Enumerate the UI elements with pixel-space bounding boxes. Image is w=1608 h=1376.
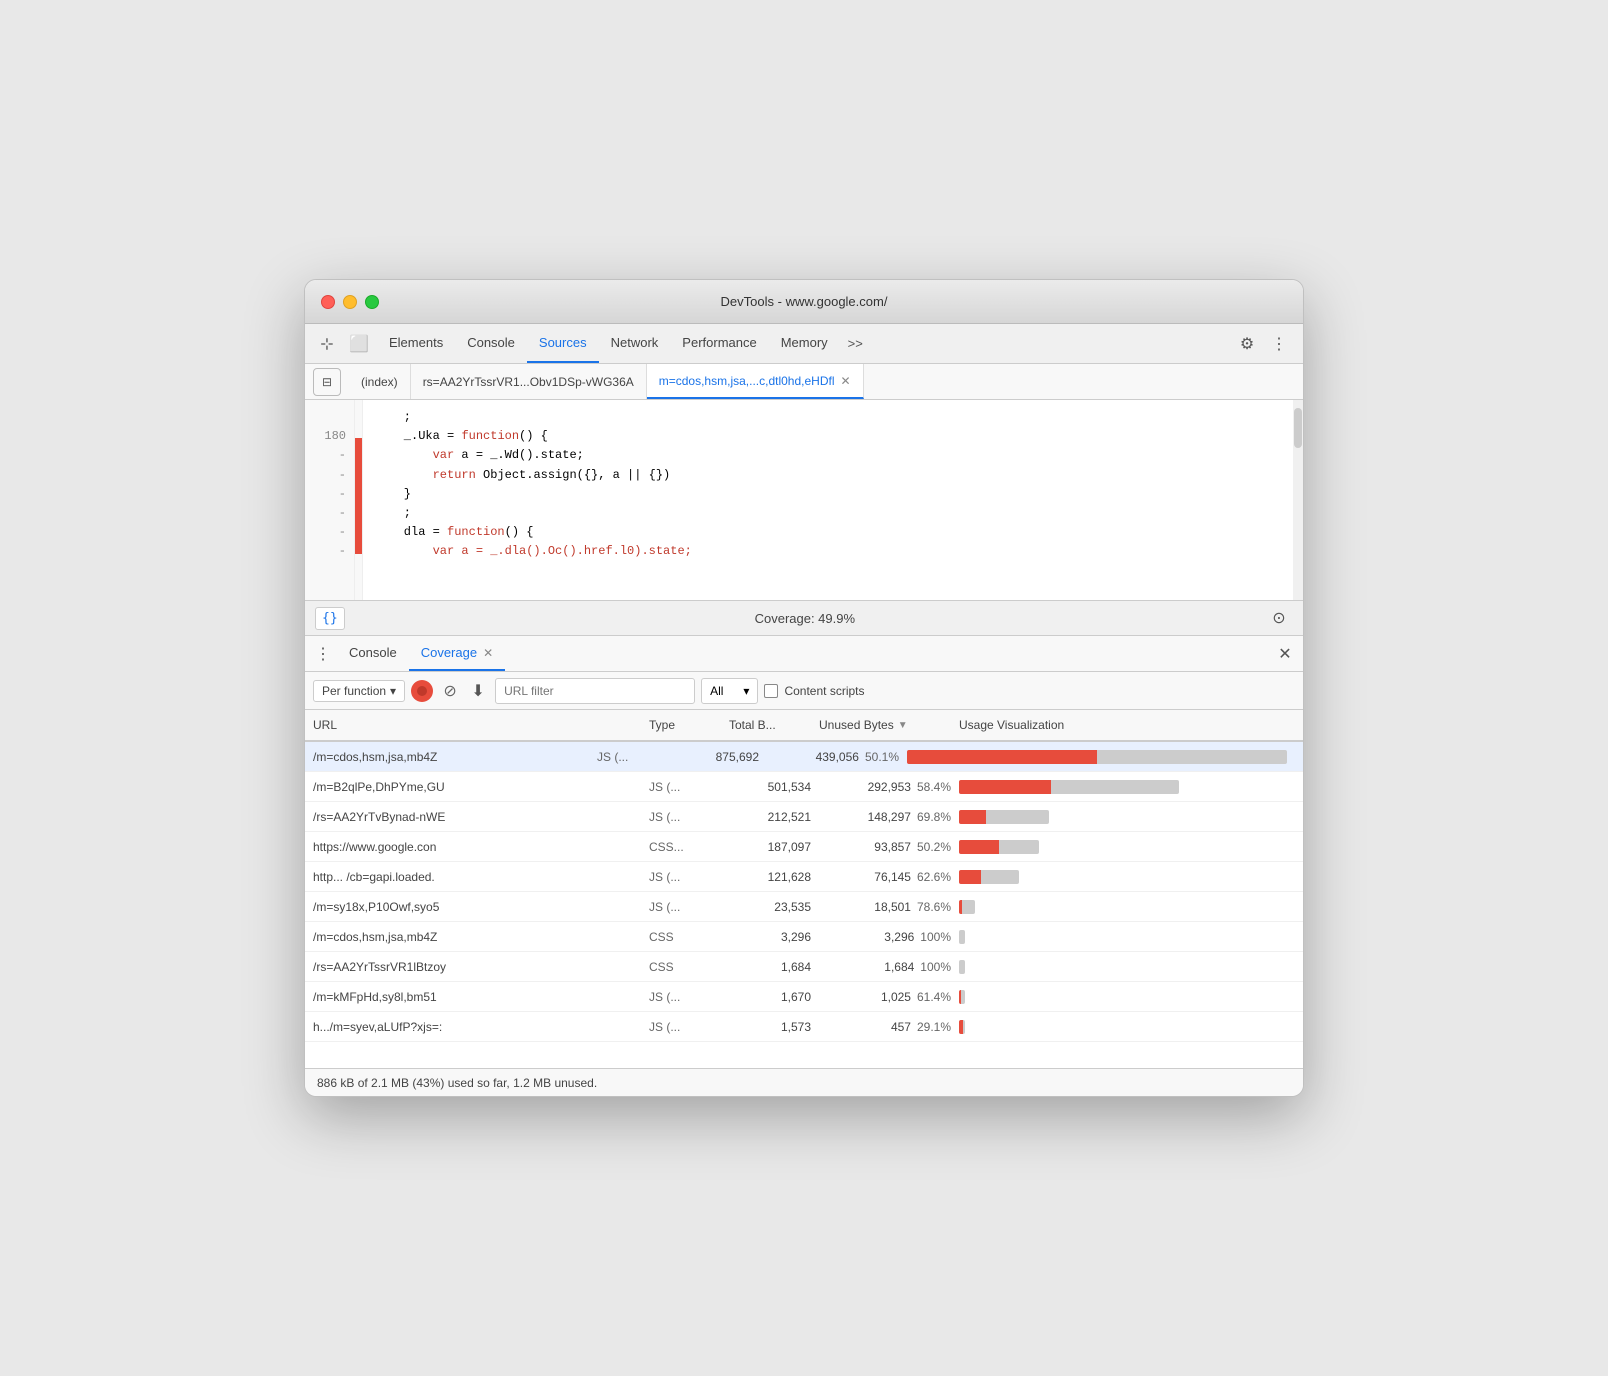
tab-console[interactable]: Console bbox=[455, 324, 527, 363]
pretty-print-button[interactable]: {} bbox=[315, 607, 345, 630]
coverage-table: URL Type Total B... Unused Bytes ▼ Usage… bbox=[305, 710, 1303, 1068]
window-controls bbox=[321, 295, 379, 309]
coverage-percentage: Coverage: 49.9% bbox=[755, 611, 855, 626]
settings-icon[interactable]: ⚙ bbox=[1231, 328, 1263, 360]
table-header: URL Type Total B... Unused Bytes ▼ Usage… bbox=[305, 710, 1303, 742]
tab-performance[interactable]: Performance bbox=[670, 324, 768, 363]
file-tab-m[interactable]: m=cdos,hsm,jsa,...c,dtl0hd,eHDfl ✕ bbox=[647, 364, 864, 399]
screenshot-icon[interactable]: ⊙ bbox=[1265, 604, 1293, 632]
panel-tab-bar: ⋮ Console Coverage ✕ ✕ bbox=[305, 636, 1303, 672]
close-button[interactable] bbox=[321, 295, 335, 309]
col-header-total: Total B... bbox=[729, 718, 819, 732]
content-scripts-checkbox-label[interactable]: Content scripts bbox=[764, 684, 864, 698]
panel-toggle-button[interactable]: ⊟ bbox=[313, 368, 341, 396]
chevron-down-icon: ▾ bbox=[390, 684, 396, 698]
col-header-unused[interactable]: Unused Bytes ▼ bbox=[819, 718, 959, 732]
clear-button[interactable]: ⊘ bbox=[439, 680, 461, 702]
bottom-panel: ⋮ Console Coverage ✕ ✕ Per function ▾ ⊘ … bbox=[305, 636, 1303, 1096]
tab-network[interactable]: Network bbox=[599, 324, 671, 363]
tab-sources[interactable]: Sources bbox=[527, 324, 599, 363]
table-row[interactable]: /m=sy18x,P10Owf,syo5 JS (... 23,535 18,5… bbox=[305, 892, 1303, 922]
content-scripts-checkbox[interactable] bbox=[764, 684, 778, 698]
table-row[interactable]: /rs=AA2YrTssrVR1lBtzoy CSS 1,684 1,68410… bbox=[305, 952, 1303, 982]
inspect-icon[interactable]: ⊹ bbox=[313, 330, 341, 358]
maximize-button[interactable] bbox=[365, 295, 379, 309]
code-content: ; _.Uka = function() { var a = _.Wd().st… bbox=[363, 400, 1293, 600]
file-tab-bar: ⊟ (index) rs=AA2YrTssrVR1...Obv1DSp-vWG3… bbox=[305, 364, 1303, 400]
table-row[interactable]: http... /cb=gapi.loaded. JS (... 121,628… bbox=[305, 862, 1303, 892]
file-tab-index[interactable]: (index) bbox=[349, 364, 411, 399]
table-row[interactable]: /m=cdos,hsm,jsa,mb4Z JS (... 875,692 439… bbox=[305, 742, 1303, 772]
table-row[interactable]: https://www.google.con CSS... 187,097 93… bbox=[305, 832, 1303, 862]
tab-memory[interactable]: Memory bbox=[769, 324, 840, 363]
devtools-window: DevTools - www.google.com/ ⊹ ⬜ Elements … bbox=[304, 279, 1304, 1097]
window-title: DevTools - www.google.com/ bbox=[721, 294, 888, 309]
sort-icon: ▼ bbox=[898, 720, 908, 731]
tab-elements[interactable]: Elements bbox=[377, 324, 455, 363]
device-icon[interactable]: ⬜ bbox=[345, 330, 373, 358]
table-row[interactable]: h.../m=syev,aLUfP?xjs=: JS (... 1,573 45… bbox=[305, 1012, 1303, 1042]
table-row[interactable]: /m=B2qlPe,DhPYme,GU JS (... 501,534 292,… bbox=[305, 772, 1303, 802]
file-tab-close-icon[interactable]: ✕ bbox=[840, 374, 850, 388]
minimize-button[interactable] bbox=[343, 295, 357, 309]
panel-close-button[interactable]: ✕ bbox=[1271, 640, 1299, 668]
file-tab-rs[interactable]: rs=AA2YrTssrVR1...Obv1DSp-vWG36A bbox=[411, 364, 647, 399]
table-row[interactable]: /m=kMFpHd,sy8l,bm51 JS (... 1,670 1,0256… bbox=[305, 982, 1303, 1012]
line-numbers: 180 - - - - - - bbox=[305, 400, 355, 600]
col-header-url: URL bbox=[313, 718, 649, 732]
scrollbar-thumb[interactable] bbox=[1294, 408, 1302, 448]
dropdown-arrow-icon: ▾ bbox=[743, 684, 749, 698]
title-bar: DevTools - www.google.com/ bbox=[305, 280, 1303, 324]
code-editor: 180 - - - - - - ; _.Uka = function() { v… bbox=[305, 400, 1303, 600]
col-header-viz: Usage Visualization bbox=[959, 718, 1295, 732]
coverage-gutter bbox=[355, 400, 363, 600]
more-tabs-button[interactable]: >> bbox=[840, 336, 871, 351]
status-text: 886 kB of 2.1 MB (43%) used so far, 1.2 … bbox=[317, 1076, 597, 1090]
download-button[interactable]: ⬇ bbox=[467, 680, 489, 702]
bottom-toolbar: {} Coverage: 49.9% ⊙ bbox=[305, 600, 1303, 636]
scrollbar-right[interactable] bbox=[1293, 400, 1303, 600]
url-filter-input[interactable] bbox=[495, 678, 695, 704]
tab-console-panel[interactable]: Console bbox=[337, 636, 409, 671]
record-button[interactable] bbox=[411, 680, 433, 702]
panel-tab-close-icon[interactable]: ✕ bbox=[483, 646, 493, 660]
col-header-type: Type bbox=[649, 718, 729, 732]
panel-menu-icon[interactable]: ⋮ bbox=[309, 640, 337, 668]
table-row[interactable]: /rs=AA2YrTvBynad-nWE JS (... 212,521 148… bbox=[305, 802, 1303, 832]
devtools-tab-bar: ⊹ ⬜ Elements Console Sources Network Per… bbox=[305, 324, 1303, 364]
coverage-controls: Per function ▾ ⊘ ⬇ All ▾ Content scripts bbox=[305, 672, 1303, 710]
more-options-icon[interactable]: ⋮ bbox=[1263, 328, 1295, 360]
status-bar: 886 kB of 2.1 MB (43%) used so far, 1.2 … bbox=[305, 1068, 1303, 1096]
all-dropdown[interactable]: All ▾ bbox=[701, 678, 758, 704]
tab-coverage-panel[interactable]: Coverage ✕ bbox=[409, 636, 505, 671]
table-row[interactable]: /m=cdos,hsm,jsa,mb4Z CSS 3,296 3,296100% bbox=[305, 922, 1303, 952]
per-function-button[interactable]: Per function ▾ bbox=[313, 680, 405, 702]
